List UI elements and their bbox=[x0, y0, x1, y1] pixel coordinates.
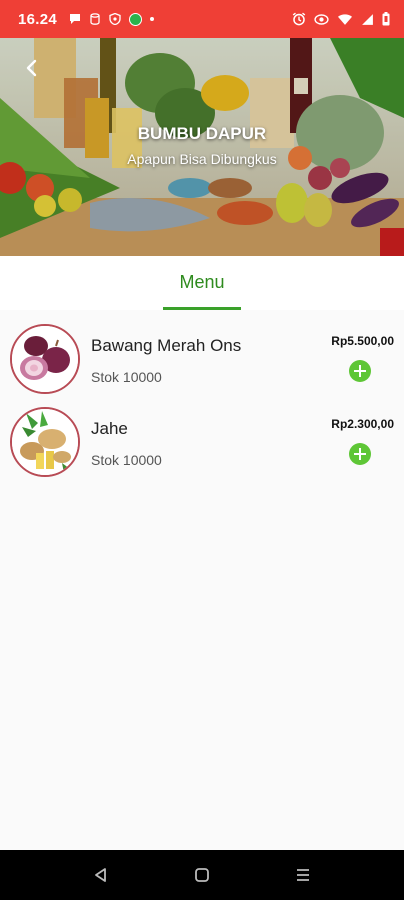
chat-icon bbox=[70, 14, 81, 24]
add-to-cart-button[interactable] bbox=[349, 360, 371, 382]
add-to-cart-button[interactable] bbox=[349, 443, 371, 465]
shield-icon bbox=[109, 13, 121, 25]
status-bar: 16.24 bbox=[0, 0, 404, 38]
back-button[interactable] bbox=[18, 54, 46, 82]
item-name: Bawang Merah Ons bbox=[91, 336, 242, 355]
tab-bar: Menu bbox=[0, 256, 404, 310]
shallot-image bbox=[10, 324, 80, 394]
eye-icon bbox=[314, 13, 329, 25]
nav-home-button[interactable] bbox=[190, 863, 214, 887]
store-header-banner: BUMBU DAPUR Apapun Bisa Dibungkus bbox=[0, 38, 404, 256]
alarm-icon bbox=[292, 12, 306, 26]
database-icon bbox=[90, 13, 100, 25]
store-title: BUMBU DAPUR bbox=[137, 124, 267, 143]
status-time: 16.24 bbox=[18, 10, 58, 28]
battery-icon bbox=[382, 12, 390, 26]
list-item[interactable]: Bawang Merah Ons Stok 10000 Rp5.500,00 bbox=[0, 316, 404, 399]
signal-icon bbox=[362, 13, 373, 25]
back-icon bbox=[94, 868, 106, 882]
tab-menu[interactable]: Menu bbox=[163, 256, 241, 310]
dot-icon bbox=[150, 17, 155, 21]
item-name: Jahe bbox=[91, 419, 128, 438]
list-item[interactable]: Jahe Stok 10000 Rp2.300,00 bbox=[0, 399, 404, 482]
item-price: Rp5.500,00 bbox=[331, 334, 394, 348]
nav-back-button[interactable] bbox=[89, 863, 113, 887]
whatsapp-icon bbox=[129, 12, 143, 26]
item-stock: Stok 10000 bbox=[91, 369, 162, 385]
system-nav-bar bbox=[0, 850, 404, 900]
ginger-image bbox=[10, 407, 80, 477]
wifi-icon bbox=[337, 13, 353, 25]
store-subtitle: Apapun Bisa Dibungkus bbox=[127, 151, 277, 167]
nav-recents-button[interactable] bbox=[291, 863, 315, 887]
item-price: Rp2.300,00 bbox=[331, 417, 394, 431]
product-list: Bawang Merah Ons Stok 10000 Rp5.500,00 J… bbox=[0, 316, 404, 482]
chevron-left-icon bbox=[26, 59, 37, 77]
home-icon bbox=[195, 868, 209, 882]
item-stock: Stok 10000 bbox=[91, 452, 162, 468]
status-right-icons bbox=[292, 12, 390, 26]
recents-icon bbox=[297, 869, 310, 881]
vegetables-banner-image bbox=[0, 38, 404, 256]
status-left-icons bbox=[69, 12, 155, 26]
